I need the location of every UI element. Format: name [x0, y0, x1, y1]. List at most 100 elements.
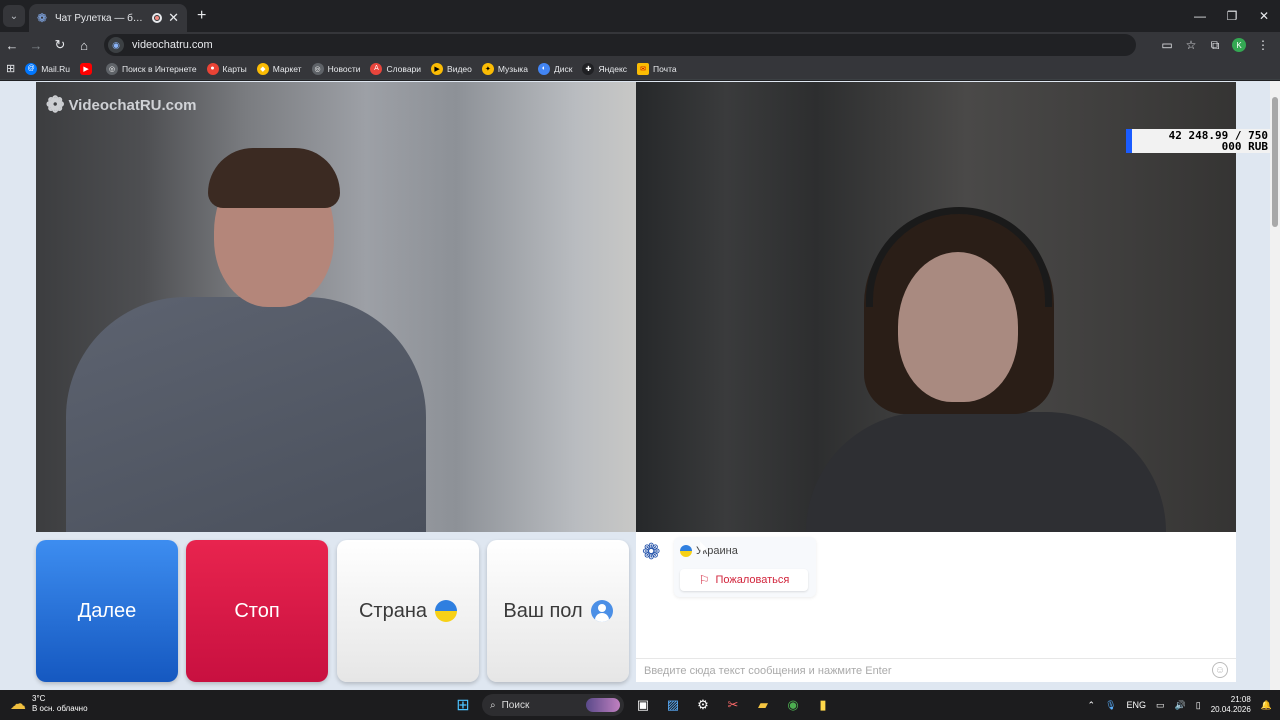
globe-icon: ◎ — [106, 62, 119, 75]
partner-info-card: Украина ⚐ Пожаловаться — [674, 537, 816, 597]
windows-start-icon[interactable]: ⊞ — [452, 694, 474, 716]
local-person-hair — [208, 148, 340, 208]
weather-cloud-icon: ☁ — [10, 696, 26, 713]
window-controls: — ❐ ✕ — [1184, 0, 1280, 32]
taskbar-apps: ⊞ ⌕ Поиск ▣ ▨ ⚙ ✂ ▰ ◉ ▮ — [452, 694, 834, 716]
bookmark-item[interactable]: ◆ Маркет — [256, 62, 302, 75]
photos-icon[interactable]: ▨ — [662, 694, 684, 716]
local-person-body — [66, 297, 426, 532]
stop-button[interactable]: Стоп — [186, 540, 328, 682]
tab-title: Чат Рулетка — бесплатный видеочат — [55, 12, 146, 24]
reload-icon[interactable]: ↻ — [48, 37, 72, 53]
scrollbar-thumb[interactable] — [1272, 97, 1278, 227]
flag-icon: ⚐ — [698, 573, 710, 587]
dictionary-icon: A — [370, 62, 383, 75]
system-tray: ⌃ 🎙 ENG ▭ 🔊 ▯ 21:08 20.04.2026 🔔 — [1088, 690, 1272, 720]
headphones-icon — [866, 207, 1052, 307]
youtube-icon: ▶ — [80, 62, 93, 75]
market-icon: ◆ — [256, 62, 269, 75]
bookmark-item[interactable]: @ Mail.Ru — [25, 62, 70, 75]
url-text: videochatru.com — [132, 39, 213, 51]
restore-icon[interactable]: ❐ — [1216, 0, 1248, 32]
microphone-icon[interactable]: 🎙 — [1105, 700, 1116, 711]
snipping-tool-icon[interactable]: ✂ — [722, 694, 744, 716]
extensions-icon[interactable]: ⧉ — [1208, 38, 1222, 53]
chat-panel: ❁ Украина ⚐ Пожаловаться Введите сюда те… — [636, 532, 1236, 682]
apps-grid-icon[interactable]: ⊞ — [6, 62, 15, 75]
tray-overflow-icon[interactable]: ⌃ — [1088, 700, 1096, 711]
clock-date: 20.04.2026 — [1210, 705, 1251, 714]
search-label: Поиск — [501, 699, 530, 711]
bookmark-item[interactable]: ▶ Видео — [431, 62, 472, 75]
close-tab-icon[interactable]: ✕ — [168, 10, 179, 26]
clock-time: 21:08 — [1230, 695, 1251, 704]
mailru-icon: @ — [25, 62, 38, 75]
bookmark-item[interactable]: ✦ Музыка — [481, 62, 528, 75]
taskbar-search[interactable]: ⌕ Поиск — [482, 694, 624, 716]
minimize-icon[interactable]: — — [1184, 0, 1216, 32]
address-bar[interactable]: ◉ videochatru.com — [104, 34, 1136, 56]
bookmark-item[interactable]: ◐ Диск — [537, 62, 572, 75]
weather-widget[interactable]: ☁ 3°C В осн. облачно — [10, 694, 88, 714]
taskbar-clock[interactable]: 21:08 20.04.2026 — [1211, 695, 1251, 715]
user-avatar-icon — [590, 600, 613, 622]
browser-tab-strip: ⌄ ❁ Чат Рулетка — бесплатный видеочат ✕ … — [0, 0, 1280, 32]
volume-icon[interactable]: 🔊 — [1175, 700, 1186, 711]
partner-country: Украина — [680, 545, 738, 557]
bookmark-item[interactable]: ▶ — [80, 62, 96, 75]
gender-label: Ваш пол — [503, 599, 583, 622]
recording-indicator-icon — [152, 13, 163, 23]
map-pin-icon: ● — [206, 62, 219, 75]
notifications-icon[interactable]: 🔔 — [1261, 700, 1272, 711]
cast-icon[interactable]: ▭ — [1160, 38, 1174, 52]
gender-button[interactable]: Ваш пол — [487, 540, 629, 682]
bookmark-item[interactable]: ◎ Новости — [311, 62, 360, 75]
bookmark-item[interactable]: ✉ Почта — [637, 62, 677, 75]
country-label: Страна — [358, 599, 428, 622]
chat-input-placeholder: Введите сюда текст сообщения и нажмите E… — [644, 664, 892, 677]
partner-person-body — [806, 412, 1166, 532]
file-explorer-icon[interactable]: ▰ — [752, 694, 774, 716]
site-info-icon[interactable]: ◉ — [108, 37, 124, 53]
bookmark-item[interactable]: ◎ Поиск в Интернете — [106, 62, 197, 75]
report-button[interactable]: ⚐ Пожаловаться — [680, 569, 808, 591]
next-button[interactable]: Далее — [36, 540, 178, 682]
home-icon[interactable]: ⌂ — [72, 38, 96, 53]
settings-icon[interactable]: ⚙ — [692, 694, 714, 716]
taskbar: ☁ 3°C В осн. облачно ⊞ ⌕ Поиск ▣ ▨ ⚙ ✂ ▰… — [0, 690, 1280, 720]
tab-search-button[interactable]: ⌄ — [3, 5, 25, 27]
menu-dots-icon[interactable]: ⋮ — [1256, 38, 1270, 52]
network-icon[interactable]: ▭ — [1156, 700, 1165, 711]
bookmark-item[interactable]: ● Карты — [206, 62, 247, 75]
battery-icon[interactable]: ▯ — [1196, 700, 1201, 711]
bookmark-item[interactable]: ✚ Яндекс — [582, 62, 627, 75]
page-scrollbar[interactable] — [1270, 81, 1280, 690]
mail-icon: ✉ — [637, 62, 650, 75]
bookmark-star-icon[interactable]: ☆ — [1184, 38, 1198, 52]
report-label: Пожаловаться — [715, 574, 790, 586]
new-tab-button[interactable]: + — [197, 7, 206, 25]
browser-tab-active[interactable]: ❁ Чат Рулетка — бесплатный видеочат ✕ — [29, 4, 187, 32]
chrome-icon[interactable]: ◉ — [782, 694, 804, 716]
emoji-icon[interactable]: ☺ — [1212, 662, 1228, 678]
app-icon[interactable]: ▮ — [812, 694, 834, 716]
search-highlight-image — [586, 698, 620, 712]
back-icon[interactable]: ← — [0, 38, 24, 53]
country-button[interactable]: Страна — [337, 540, 479, 682]
forward-icon[interactable]: → — [24, 38, 48, 53]
local-video: ❁ VideochatRU.com — [36, 82, 636, 532]
close-window-icon[interactable]: ✕ — [1248, 0, 1280, 32]
ukraine-flag-icon — [435, 600, 458, 622]
toolbar-actions: ▭ ☆ ⧉ K ⋮ — [1160, 32, 1270, 58]
watermark-text: VideochatRU.com — [68, 96, 197, 114]
profile-avatar[interactable]: K — [1232, 38, 1246, 52]
music-icon: ✦ — [481, 62, 494, 75]
chat-message-input[interactable]: Введите сюда текст сообщения и нажмите E… — [636, 658, 1236, 682]
task-view-icon[interactable]: ▣ — [632, 694, 654, 716]
page-content: ❁ VideochatRU.com 42 248.99 / 750 000 RU… — [0, 81, 1280, 690]
browser-toolbar: ← → ↻ ⌂ ◉ videochatru.com ▭ ☆ ⧉ K ⋮ — [0, 32, 1280, 58]
input-language[interactable]: ENG — [1127, 700, 1147, 710]
weather-temp: 3°C — [32, 694, 46, 703]
disk-icon: ◐ — [537, 62, 550, 75]
bookmark-item[interactable]: A Словари — [370, 62, 421, 75]
